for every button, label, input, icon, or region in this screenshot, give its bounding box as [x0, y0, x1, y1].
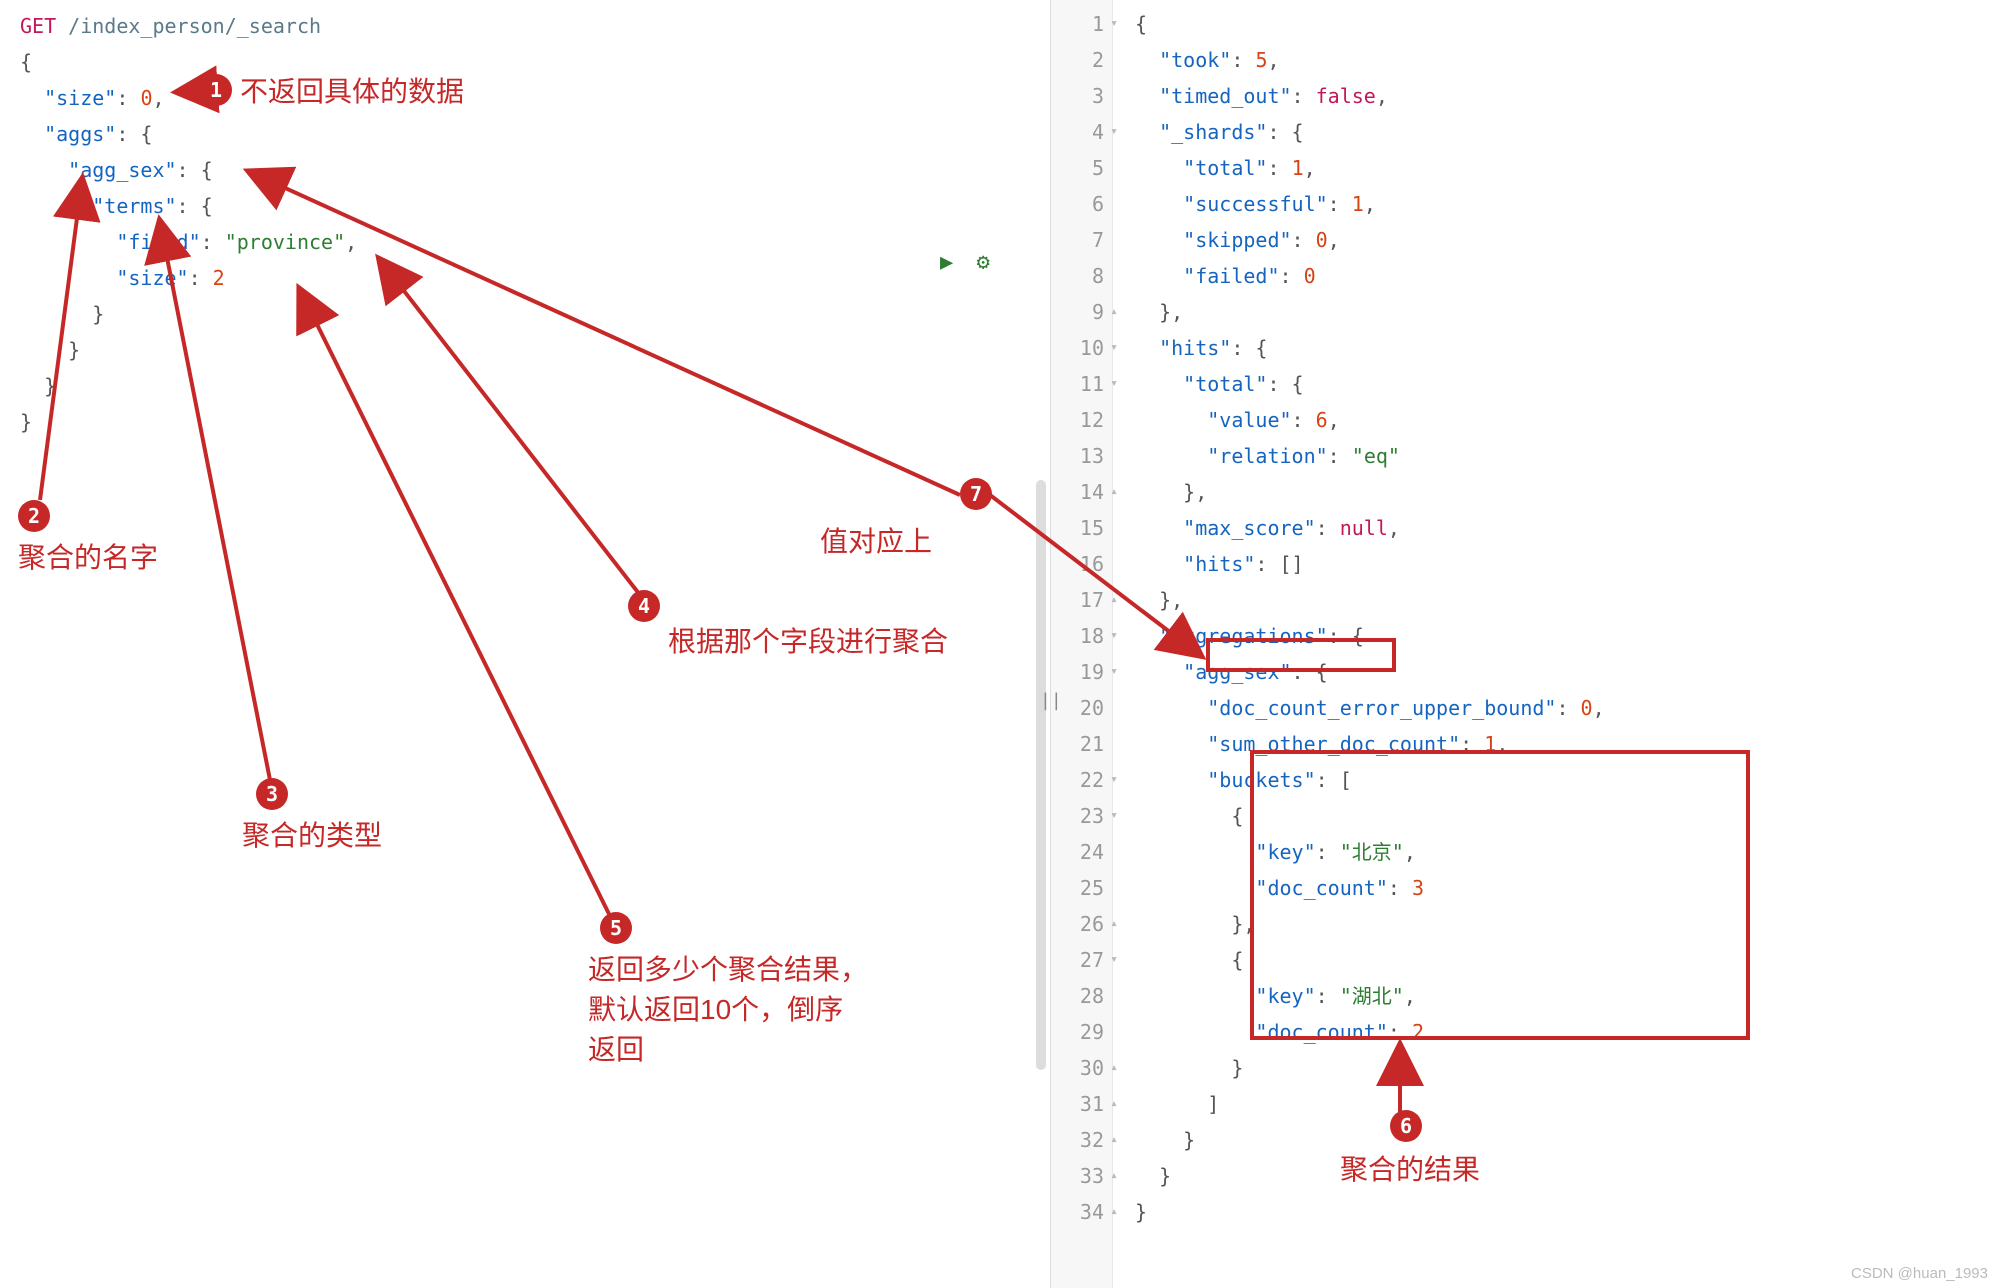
pane-divider-handle[interactable]: ||: [1040, 690, 1062, 711]
response-pane: 1234 5678 9101112 13141516 17181920 2122…: [1050, 0, 2002, 1288]
annotation-badge-2: 2: [18, 500, 50, 532]
annotation-badge-5: 5: [600, 912, 632, 944]
annotation-label-2: 聚合的名字: [18, 536, 158, 576]
wrench-icon[interactable]: ⚙: [977, 250, 990, 275]
annotation-badge-1: 1: [200, 74, 232, 106]
annotation-label-6: 聚合的结果: [1340, 1148, 1480, 1188]
highlight-box-aggsex: [1206, 638, 1396, 672]
annotation-badge-4: 4: [628, 590, 660, 622]
annotation-badge-3: 3: [256, 778, 288, 810]
http-method: GET: [20, 14, 56, 38]
run-icon[interactable]: ▶: [940, 250, 953, 275]
request-editor[interactable]: GET /index_person/_search { "size": 0, "…: [12, 8, 1050, 440]
annotation-label-1: 不返回具体的数据: [240, 70, 464, 110]
annotation-badge-6: 6: [1390, 1110, 1422, 1142]
annotation-label-5: 返回多少个聚合结果， 默认返回10个，倒序 返回: [588, 950, 868, 1070]
annotation-label-4: 根据那个字段进行聚合: [668, 620, 948, 660]
request-actions: ▶ ⚙: [940, 250, 1000, 275]
editor-split-view: GET /index_person/_search { "size": 0, "…: [0, 0, 2002, 1288]
request-path: /index_person/_search: [68, 14, 321, 38]
annotation-label-3: 聚合的类型: [242, 814, 382, 854]
highlight-box-buckets: [1250, 750, 1750, 1040]
annotation-label-7: 值对应上: [820, 520, 932, 560]
scrollbar[interactable]: [1036, 480, 1046, 1070]
line-gutter: 1234 5678 9101112 13141516 17181920 2122…: [1051, 0, 1113, 1288]
annotation-badge-7: 7: [960, 478, 992, 510]
watermark: CSDN @huan_1993: [1851, 1265, 1988, 1282]
